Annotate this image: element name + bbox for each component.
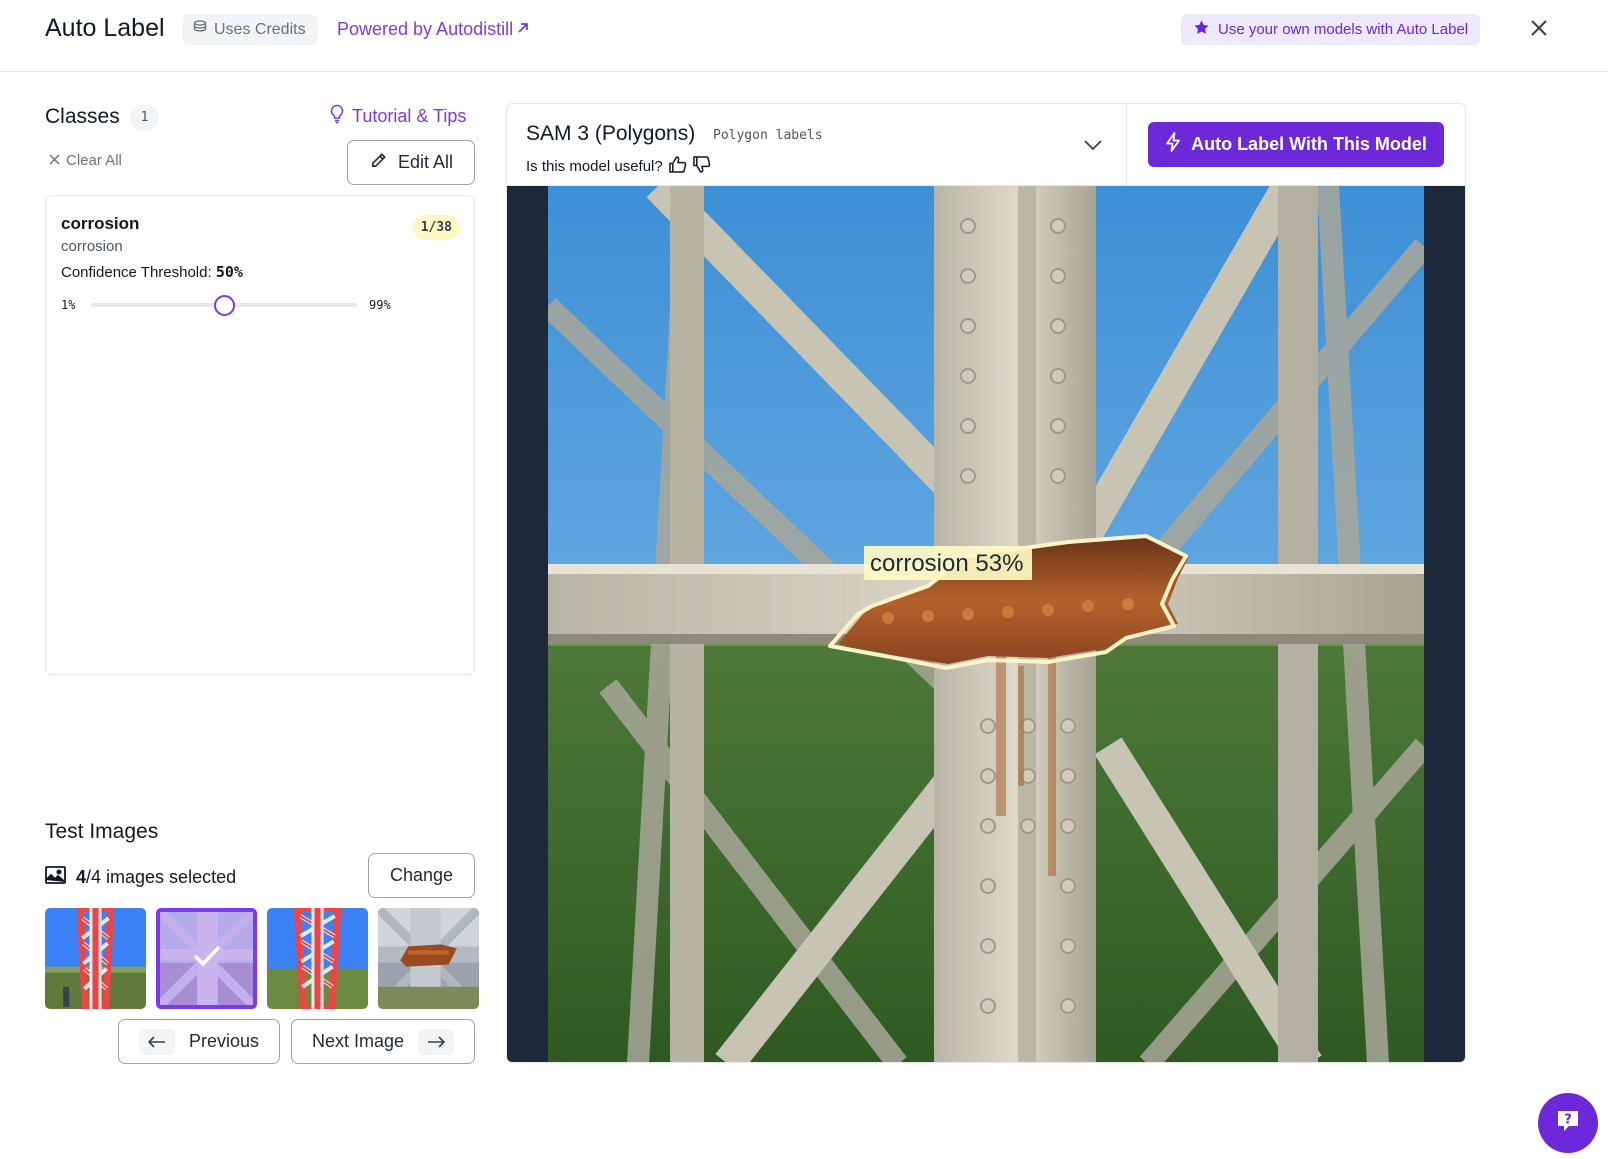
confidence-threshold-label: Confidence Threshold: (61, 264, 212, 281)
bolt-icon (1165, 132, 1181, 157)
uses-credits-label: Uses Credits (214, 20, 306, 38)
confidence-threshold: Confidence Threshold: 50% (61, 263, 243, 281)
lightbulb-icon (329, 104, 345, 129)
powered-by-label: Powered by Autodistill (337, 19, 514, 39)
thumbs-up-icon[interactable] (668, 156, 687, 177)
test-images-heading: Test Images (45, 820, 159, 843)
previous-button[interactable]: Previous (118, 1019, 280, 1064)
next-image-label: Next Image (311, 1031, 405, 1051)
own-models-button[interactable]: Use your own models with Auto Label (1181, 14, 1481, 45)
clear-all-label: Clear All (66, 152, 122, 169)
help-chat-icon: ? (1554, 1107, 1582, 1140)
external-link-icon (516, 19, 530, 40)
tutorial-tips-label: Tutorial & Tips (352, 106, 467, 126)
thumbnail-3[interactable] (267, 908, 368, 1009)
class-card-corrosion: corrosion corrosion 1/38 Confidence Thre… (45, 195, 475, 675)
class-count-badge: 1/38 (412, 215, 460, 240)
model-tag: Polygon labels (713, 128, 823, 143)
confidence-threshold-value: 50% (215, 263, 243, 281)
class-subtitle: corrosion (61, 238, 123, 255)
check-icon (192, 944, 222, 973)
previous-label: Previous (188, 1031, 260, 1051)
auto-label-button[interactable]: Auto Label With This Model (1148, 122, 1444, 167)
model-action-area: Auto Label With This Model (1127, 104, 1465, 186)
slider-min-label: 1% (61, 298, 76, 312)
help-chat-button[interactable]: ? (1538, 1093, 1598, 1153)
classes-count-badge: 1 (130, 104, 159, 131)
slider-max-label: 99% (369, 298, 391, 312)
thumbs-down-icon[interactable] (692, 156, 711, 177)
star-icon (1193, 19, 1210, 40)
chevron-down-icon (1083, 138, 1103, 156)
thumbnail-2[interactable] (156, 908, 257, 1009)
images-selected-count: 4 (76, 867, 87, 887)
thumbnail-4[interactable] (378, 908, 479, 1009)
app-title: Auto Label (45, 14, 165, 42)
svg-text:?: ? (1564, 1112, 1572, 1127)
clear-all-button[interactable]: Clear All (49, 152, 122, 169)
preview-image-stage: corrosion 53% (507, 186, 1465, 1062)
change-images-button[interactable]: Change (368, 853, 475, 898)
images-selected-suffix: /4 images selected (86, 867, 237, 887)
thumbnail-4-image (378, 908, 479, 1009)
own-models-label: Use your own models with Auto Label (1218, 21, 1469, 38)
next-image-button[interactable]: Next Image (291, 1019, 475, 1064)
thumbnail-3-image (267, 908, 368, 1009)
thumbnail-1-image (45, 908, 146, 1009)
classes-heading: Classes (45, 105, 120, 128)
edit-all-button[interactable]: Edit All (347, 140, 475, 185)
pencil-icon (369, 151, 388, 175)
stack-coins-icon (192, 19, 208, 40)
close-button[interactable] (1526, 17, 1552, 43)
model-selector-dropdown[interactable]: SAM 3 (Polygons) Polygon labels Is this … (507, 104, 1127, 186)
selected-check (160, 912, 253, 1005)
edit-all-label: Edit All (397, 152, 454, 172)
x-icon (49, 152, 60, 169)
images-selected-status: 4/4 images selected (45, 866, 236, 889)
tutorial-tips-link[interactable]: Tutorial & Tips (329, 104, 466, 129)
uses-credits-badge: Uses Credits (182, 14, 318, 45)
test-image-thumbnails (45, 908, 479, 1009)
model-feedback: Is this model useful? (526, 156, 711, 177)
arrow-left-icon (138, 1028, 175, 1055)
thumbnail-1[interactable] (45, 908, 146, 1009)
top-bar: Auto Label Uses Credits Powered by Autod… (0, 0, 1608, 72)
powered-by-autodistill-link[interactable]: Powered by Autodistill (337, 19, 530, 40)
confidence-slider-thumb[interactable] (214, 295, 235, 316)
model-name: SAM 3 (Polygons) (526, 122, 696, 145)
detection-label: corrosion 53% (870, 550, 1023, 577)
preview-image: corrosion 53% (548, 186, 1424, 1062)
arrow-right-icon (418, 1028, 455, 1055)
class-name: corrosion (61, 214, 140, 233)
model-preview-panel: SAM 3 (Polygons) Polygon labels Is this … (506, 103, 1466, 1063)
image-icon (45, 866, 66, 889)
auto-label-label: Auto Label With This Model (1191, 134, 1427, 154)
model-useful-question: Is this model useful? (526, 158, 663, 175)
close-icon (1530, 19, 1548, 42)
